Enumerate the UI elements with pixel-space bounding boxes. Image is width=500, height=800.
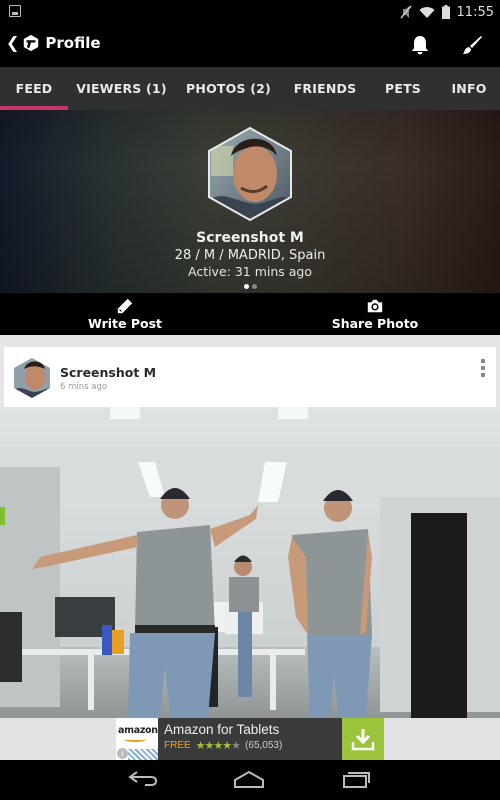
image-notification-icon [9, 5, 21, 17]
amazon-logo: amazon i [116, 718, 158, 760]
back-chevron-icon: ❮ [6, 33, 20, 52]
write-post-button[interactable]: Write Post [0, 293, 250, 335]
post-header: Screenshot M 6 mins ago [4, 347, 496, 408]
carousel-dot-1[interactable] [243, 284, 249, 289]
carousel-indicator [0, 284, 500, 289]
profile-last-active: Active: 31 mins ago [187, 264, 313, 279]
system-nav-bar [0, 760, 500, 800]
home-icon[interactable] [233, 768, 265, 790]
ad-rating-stars: ★★★★★ [195, 739, 241, 752]
star-icon: ★ [213, 740, 223, 752]
status-icons: 11:55 [399, 3, 494, 21]
carousel-dot-2[interactable] [251, 284, 257, 289]
post-timestamp: 6 mins ago [60, 382, 108, 392]
back-icon[interactable] [127, 768, 159, 790]
status-bar: 11:55 [0, 0, 500, 24]
write-post-label: Write Post [88, 316, 162, 331]
recent-apps-icon[interactable] [341, 768, 373, 790]
share-photo-label: Share Photo [331, 316, 419, 331]
post-author-avatar[interactable] [13, 357, 51, 399]
star-icon: ★ [195, 740, 206, 752]
profile-name: Screenshot M [196, 230, 304, 246]
pencil-icon [117, 298, 133, 314]
ad-info-icon[interactable]: i [117, 748, 128, 759]
profile-details: 28 / M / MADRID, Spain [174, 248, 326, 263]
tab-photos[interactable]: PHOTOS (2) [175, 67, 282, 110]
post-photo[interactable] [0, 407, 500, 718]
profile-avatar[interactable] [207, 126, 293, 222]
profile-tabs: FEED VIEWERS (1) PHOTOS (2) FRIENDS PETS… [0, 67, 500, 110]
app-logo-icon [24, 34, 39, 52]
share-photo-button[interactable]: Share Photo [250, 293, 500, 335]
bell-icon[interactable] [408, 33, 432, 57]
brush-icon[interactable] [460, 33, 484, 57]
feed: Screenshot M 6 mins ago [0, 335, 500, 718]
ad-title: Amazon for Tablets [164, 722, 280, 737]
tab-info[interactable]: INFO [438, 67, 500, 110]
back-button[interactable]: ❮ Profile [6, 34, 101, 52]
clock: 11:55 [456, 4, 494, 20]
overflow-menu-icon[interactable] [478, 359, 488, 379]
app-bar: ❮ Profile [0, 24, 500, 67]
post-author-name[interactable]: Screenshot M [60, 365, 156, 380]
tab-feed[interactable]: FEED [0, 67, 68, 110]
star-icon: ★ [222, 740, 232, 752]
ad-amazon-for-tablets[interactable]: amazon i Amazon for Tablets FREE ★★★★★ (… [116, 718, 384, 760]
wifi-icon [419, 6, 435, 18]
tab-pets[interactable]: PETS [368, 67, 438, 110]
tab-friends[interactable]: FRIENDS [282, 67, 368, 110]
star-icon: ★ [231, 740, 241, 752]
tab-viewers[interactable]: VIEWERS (1) [68, 67, 175, 110]
ad-price: FREE [164, 740, 191, 751]
ad-review-count: (65,053) [245, 740, 283, 751]
page-title: Profile [45, 34, 101, 52]
profile-banner: Screenshot M 28 / M / MADRID, Spain Acti… [0, 110, 500, 293]
ad-banner: amazon i Amazon for Tablets FREE ★★★★★ (… [0, 718, 500, 760]
profile-actions: Write Post Share Photo [0, 293, 500, 335]
download-icon [351, 729, 375, 751]
camera-icon [367, 299, 383, 313]
battery-icon [441, 5, 450, 19]
mute-icon [399, 5, 412, 19]
download-button[interactable] [342, 718, 384, 760]
